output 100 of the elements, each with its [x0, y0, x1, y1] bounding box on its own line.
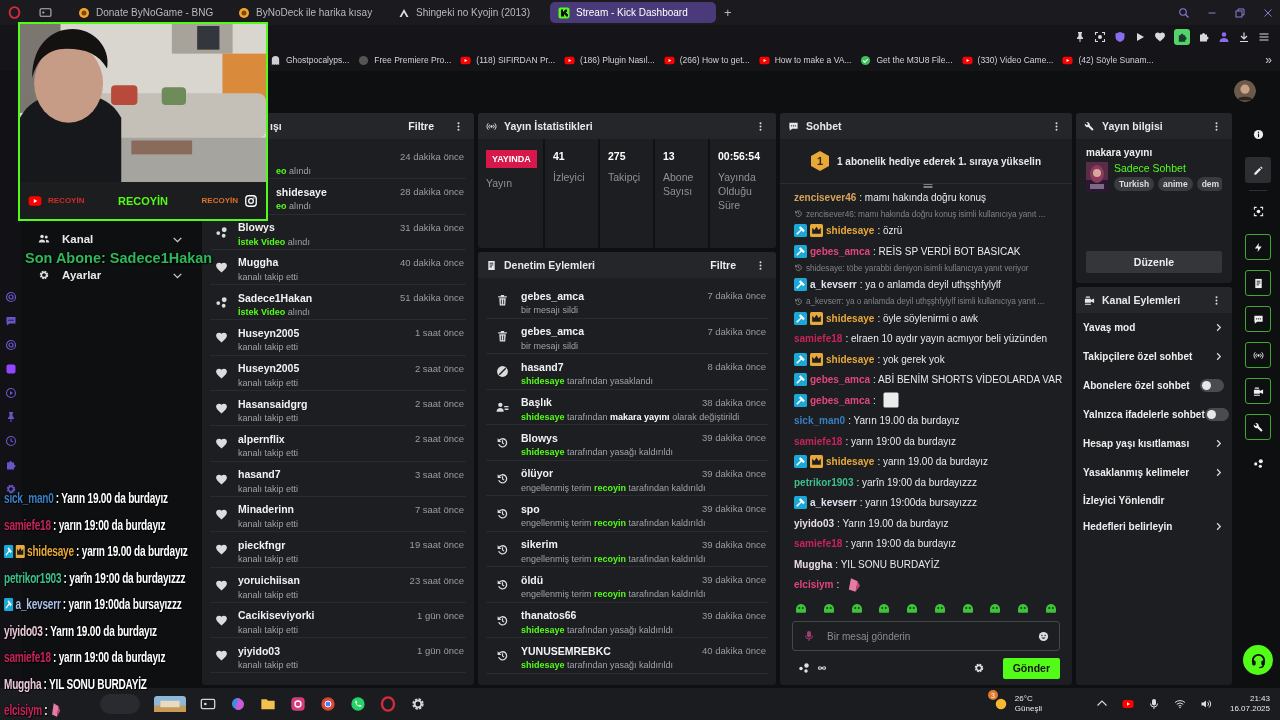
chat-username[interactable]: petrikor1903	[794, 476, 854, 488]
emoji-icon[interactable]	[1038, 630, 1049, 642]
rail-button[interactable]	[1245, 306, 1271, 332]
extensions-icon[interactable]	[5, 459, 17, 471]
filter-button[interactable]: Filtre	[710, 259, 736, 271]
search-icon[interactable]	[1178, 6, 1190, 19]
new-tab-button[interactable]: +	[720, 5, 736, 20]
chat-username[interactable]: gebes_amca	[810, 394, 871, 406]
bookmark[interactable]: (42) Söyle Sunam...	[1062, 54, 1154, 66]
action-item[interactable]: Abonelere özel sohbet	[1076, 371, 1232, 400]
browser-logo-icon[interactable]	[8, 6, 21, 19]
instagram-icon[interactable]	[290, 696, 306, 712]
chat-username[interactable]: elcisiym	[794, 579, 834, 591]
user-name[interactable]: yoruichiisan	[238, 574, 300, 587]
nav-item[interactable]: Ayarlar	[22, 265, 198, 285]
chat-username[interactable]: shidesaye	[826, 456, 875, 468]
toggle-switch[interactable]	[1204, 408, 1229, 421]
snapshot-icon[interactable]	[1094, 31, 1106, 43]
user-name[interactable]: Muggha	[238, 256, 279, 269]
action-item[interactable]: İzleyici Yönlendir	[1076, 487, 1232, 513]
action-item[interactable]: Yavaş mod	[1076, 313, 1232, 342]
user-name[interactable]: öldü	[521, 573, 544, 586]
browser-tab[interactable]: ByNoDeck ile harika kısay	[230, 2, 386, 23]
user-name[interactable]: Başlık	[521, 396, 552, 408]
opera-icon[interactable]	[380, 696, 396, 712]
rail-button[interactable]	[1245, 414, 1271, 440]
puzzle-icon[interactable]	[1198, 31, 1210, 43]
emote-icon[interactable]	[1043, 601, 1058, 615]
user-name[interactable]: alpernflix	[238, 432, 285, 445]
browser-tab[interactable]: Stream - Kick Dashboard	[550, 2, 716, 23]
download-icon[interactable]	[1238, 31, 1250, 43]
emote-icon[interactable]	[932, 601, 947, 615]
user-name[interactable]: Cacikiseviyorki	[238, 609, 315, 622]
user-name[interactable]: spo	[521, 502, 540, 515]
chat-username[interactable]: a_kevserr	[810, 279, 857, 291]
more-bookmarks-button[interactable]: »	[1265, 53, 1272, 67]
bookmark[interactable]: (186) Plugin Nasıl...	[564, 54, 655, 66]
folder-icon[interactable]	[260, 696, 276, 712]
tag-chip[interactable]: dem	[1196, 177, 1222, 191]
user-name[interactable]: Hasansaidgrg	[238, 397, 308, 410]
pin-icon[interactable]	[1074, 31, 1086, 43]
user-name[interactable]: Huseyn2005	[238, 362, 300, 375]
chat-username[interactable]: a_kevserr	[810, 497, 857, 509]
user-name[interactable]: sikerim	[521, 538, 558, 550]
rail-button[interactable]	[1245, 342, 1271, 368]
send-button[interactable]: Gönder	[1002, 657, 1060, 679]
sidebar-icon[interactable]	[5, 339, 17, 351]
action-item[interactable]: Takipçilere özel sohbet	[1076, 342, 1232, 371]
volume-icon[interactable]	[1199, 698, 1212, 710]
user-name[interactable]: thanatos66	[521, 609, 577, 621]
user-name[interactable]: hasand7	[238, 468, 281, 481]
user-name[interactable]: YUNUSEMREBKC	[521, 644, 611, 657]
chat-username[interactable]: sick_man0	[794, 415, 846, 427]
chat-username[interactable]: zencisever46	[794, 191, 857, 203]
user-name[interactable]: Sadece1Hakan	[238, 291, 313, 304]
play-icon[interactable]	[1134, 31, 1146, 43]
user-name[interactable]: Minaderinn	[238, 503, 294, 516]
bookmark[interactable]: Get the M3U8 File...	[860, 54, 953, 66]
rail-button[interactable]	[1245, 270, 1271, 296]
nav-item[interactable]: Kanal	[22, 229, 198, 249]
user-name[interactable]: hasand7	[521, 360, 564, 373]
user-name[interactable]: Blowys	[238, 221, 275, 234]
browser-icon[interactable]	[320, 696, 336, 712]
bookmark[interactable]: Free Premiere Pro...	[358, 54, 452, 66]
sidebar-icon[interactable]	[5, 291, 17, 303]
dots-icon[interactable]	[798, 662, 810, 674]
sidebar-icon[interactable]	[5, 315, 17, 327]
user-name[interactable]: yiyido03	[238, 644, 281, 657]
chat-username[interactable]: gebes_amca	[810, 374, 871, 386]
user-name[interactable]: Blowys	[521, 431, 558, 444]
emote-icon[interactable]	[821, 601, 836, 615]
emote-icon[interactable]	[988, 601, 1003, 615]
rail-button[interactable]	[1245, 234, 1271, 260]
action-item[interactable]: Hesap yaşı kısıtlaması	[1076, 429, 1232, 458]
bookmark[interactable]: (266) How to get...	[663, 54, 750, 66]
action-item[interactable]: Yalnızca ifadelerle sohbet	[1076, 400, 1232, 429]
tag-chip[interactable]: Turkish	[1114, 177, 1155, 191]
history-icon[interactable]	[5, 435, 17, 447]
emote-icon[interactable]	[960, 601, 975, 615]
bookmark[interactable]: (118) SIFIRDAN Pr...	[460, 54, 556, 66]
chat-username[interactable]: yiyido03	[794, 517, 835, 529]
emote-icon[interactable]	[905, 601, 920, 615]
task-view-icon[interactable]	[200, 696, 216, 712]
user-name[interactable]: ölüyor	[521, 467, 554, 479]
rail-button[interactable]	[1245, 157, 1271, 183]
user-name[interactable]: shidesaye	[276, 185, 327, 198]
browser-tab[interactable]: Shingeki no Kyojin (2013)	[390, 2, 546, 23]
user-name[interactable]: pieckfngr	[238, 538, 286, 551]
tab-islands-icon[interactable]	[39, 6, 52, 19]
chat-username[interactable]: shidesaye	[826, 353, 875, 365]
settings-icon[interactable]	[410, 696, 426, 712]
chat-username[interactable]: shidesaye	[826, 225, 875, 237]
action-item[interactable]: Yasaklanmış kelimeler	[1076, 458, 1232, 487]
toggle-switch[interactable]	[1200, 379, 1224, 392]
restore-icon[interactable]	[1234, 6, 1246, 19]
extension-button[interactable]	[1174, 29, 1190, 45]
microphone-icon[interactable]	[1147, 698, 1160, 710]
heart-icon[interactable]	[1154, 31, 1166, 43]
close-icon[interactable]	[1262, 6, 1274, 19]
action-item[interactable]: Hedefleri belirleyin	[1076, 513, 1232, 539]
